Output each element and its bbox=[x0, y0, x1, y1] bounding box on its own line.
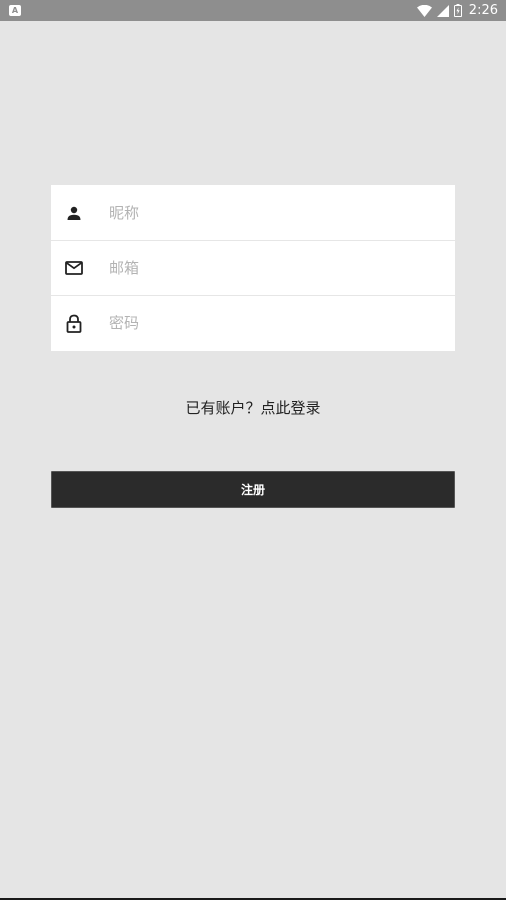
app-notification-icon: A bbox=[9, 5, 21, 16]
login-link[interactable]: 已有账户？点此登录 bbox=[0, 397, 506, 418]
password-row bbox=[51, 295, 455, 350]
status-bar-left: A bbox=[9, 5, 21, 16]
nickname-input[interactable] bbox=[109, 185, 443, 240]
lock-icon bbox=[63, 312, 85, 334]
status-bar: A 2:26 bbox=[0, 0, 506, 21]
email-input[interactable] bbox=[109, 241, 443, 295]
status-bar-right: 2:26 bbox=[416, 3, 498, 18]
person-icon bbox=[63, 202, 85, 224]
email-row bbox=[51, 240, 455, 295]
signal-icon bbox=[436, 4, 449, 17]
wifi-icon bbox=[416, 4, 432, 17]
register-button[interactable]: 注册 bbox=[51, 471, 455, 508]
status-time: 2:26 bbox=[468, 3, 498, 18]
password-input[interactable] bbox=[109, 296, 443, 350]
mail-icon bbox=[63, 257, 85, 279]
nickname-row bbox=[51, 185, 455, 240]
battery-icon bbox=[453, 4, 462, 17]
register-form-card bbox=[51, 185, 455, 351]
